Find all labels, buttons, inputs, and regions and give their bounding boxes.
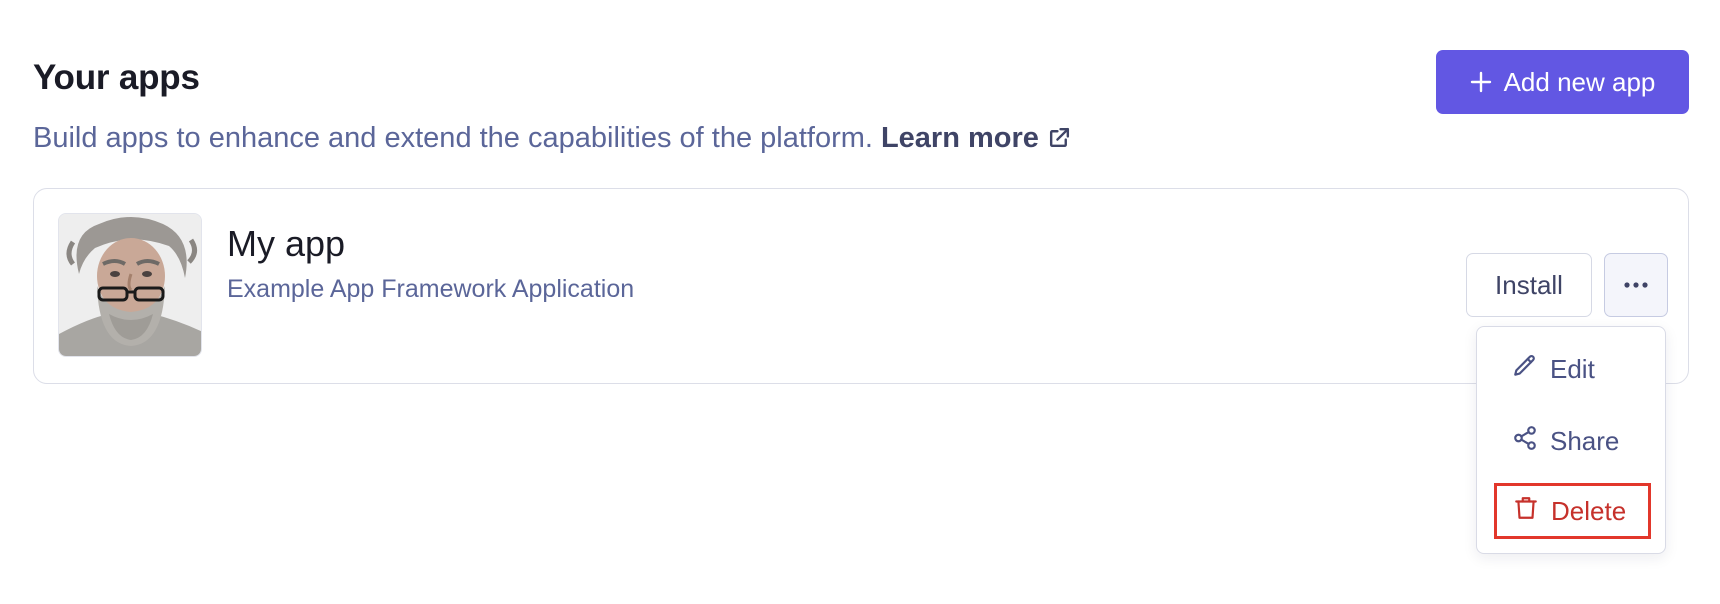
page-subtitle: Build apps to enhance and extend the cap…	[33, 122, 1072, 158]
learn-more-link[interactable]: Learn more	[881, 122, 1072, 154]
external-link-icon	[1047, 125, 1072, 158]
app-name: My app	[227, 223, 346, 264]
install-button[interactable]: Install	[1466, 253, 1592, 317]
page-title: Your apps	[33, 58, 200, 97]
pencil-icon	[1512, 353, 1538, 386]
learn-more-label: Learn more	[880, 122, 1039, 154]
menu-item-label: Edit	[1550, 353, 1595, 384]
menu-item-edit[interactable]: Edit	[1494, 341, 1651, 397]
subtitle-text: Build apps to enhance and extend the cap…	[33, 122, 873, 154]
app-actions-menu: Edit Share Delete	[1476, 326, 1666, 554]
app-description: Example App Framework Application	[227, 275, 635, 303]
trash-icon	[1513, 495, 1539, 528]
menu-item-delete[interactable]: Delete	[1494, 483, 1651, 539]
menu-item-share[interactable]: Share	[1494, 413, 1651, 469]
more-horizontal-icon	[1623, 276, 1649, 294]
menu-item-label: Delete	[1551, 495, 1627, 526]
app-card: My app Example App Framework Application	[33, 188, 1689, 384]
share-icon	[1512, 425, 1538, 458]
add-new-app-label: Add new app	[1503, 66, 1656, 97]
add-new-app-button[interactable]: Add new app	[1436, 50, 1689, 114]
plus-icon	[1470, 71, 1492, 93]
more-options-button[interactable]	[1604, 253, 1668, 317]
menu-item-label: Share	[1550, 425, 1620, 456]
app-avatar	[58, 213, 202, 357]
